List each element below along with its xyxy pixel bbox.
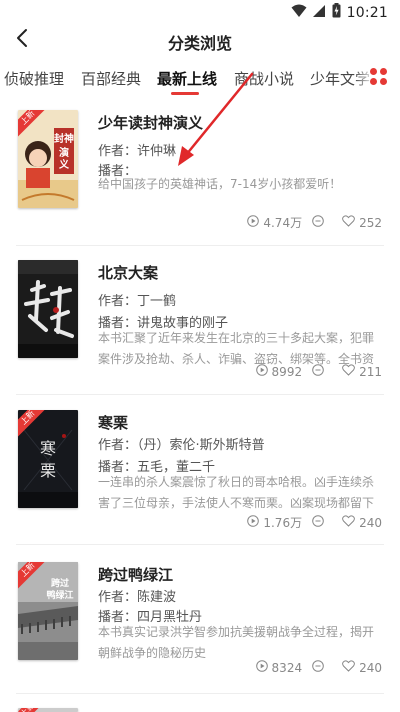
svg-text:跨过: 跨过 bbox=[51, 577, 69, 589]
comment-icon[interactable] bbox=[312, 515, 324, 530]
tab-business-novels[interactable]: 商战小说 bbox=[234, 68, 294, 89]
book-item[interactable]: 北京大案 作者：丁一鹤 播者：讲鬼故事的刚子 本书汇聚了近年来发生在北京的三十多… bbox=[0, 254, 400, 400]
book-cover[interactable]: 寒 栗 上新 bbox=[18, 410, 78, 508]
book-cover[interactable]: 封神 演 义 上新 bbox=[18, 110, 78, 208]
category-tabs: 侦破推理 百部经典 最新上线 商战小说 少年文学 bbox=[0, 58, 400, 98]
book-item[interactable]: 封神 演 义 上新 少年读封神演义 作者：许仲琳 播者： 给中国孩子的英雄神话，… bbox=[0, 104, 400, 250]
book-title[interactable]: 北京大案 bbox=[98, 262, 158, 283]
play-count-value: 4.74万 bbox=[263, 216, 303, 230]
play-count: 4.74万 bbox=[247, 214, 302, 231]
page-title: 分类浏览 bbox=[167, 34, 232, 53]
status-icons: 10:21 bbox=[291, 3, 388, 22]
heart-icon bbox=[342, 515, 355, 530]
book-cover[interactable] bbox=[18, 260, 78, 358]
book-title[interactable]: 少年读封神演义 bbox=[98, 112, 203, 133]
book-author: 作者：陈建波 bbox=[98, 586, 176, 605]
comment-icon[interactable] bbox=[312, 364, 324, 379]
author-label: 作者： bbox=[98, 590, 138, 605]
book-title[interactable]: 寒栗 bbox=[98, 412, 128, 433]
like-button[interactable]: 211 bbox=[342, 364, 382, 379]
book-cover[interactable]: 上新 bbox=[18, 708, 78, 712]
play-icon bbox=[255, 364, 268, 379]
play-count-value: 8324 bbox=[271, 660, 303, 675]
app-header: 分类浏览 bbox=[0, 24, 400, 56]
svg-text:栗: 栗 bbox=[40, 461, 56, 480]
signal-icon bbox=[312, 3, 326, 22]
book-description: 一连串的杀人案震惊了秋日的哥本哈根。凶手连续杀害了三位母亲，手法使人不寒而栗。凶… bbox=[98, 475, 375, 510]
author-name: 丁一鹤 bbox=[137, 294, 177, 309]
book-author: 作者：（丹）索伦·斯外斯特普 bbox=[98, 434, 265, 453]
book-stats: 1.76万 240 bbox=[247, 514, 382, 531]
book-item[interactable]: 寒 栗 上新 寒栗 作者：（丹）索伦·斯外斯特普 播者：五毛，董二千 一连串的杀… bbox=[0, 404, 400, 550]
book-title[interactable]: 跨过鸭绿江 bbox=[98, 564, 173, 585]
book-description: 给中国孩子的英雄神话，7-14岁小孩都爱听！ bbox=[98, 177, 342, 191]
tab-detective[interactable]: 侦破推理 bbox=[4, 68, 64, 89]
comment-icon[interactable] bbox=[312, 215, 324, 230]
like-button[interactable]: 240 bbox=[342, 515, 382, 530]
svg-text:演: 演 bbox=[59, 146, 69, 159]
book-author: 作者：许仲琳 bbox=[98, 140, 176, 159]
play-icon bbox=[255, 660, 268, 675]
author-name: 陈建波 bbox=[137, 590, 177, 605]
author-name: （丹）索伦·斯外斯特普 bbox=[137, 438, 265, 453]
active-tab-indicator bbox=[171, 92, 199, 95]
like-count: 240 bbox=[359, 515, 382, 530]
play-count: 8324 bbox=[255, 660, 303, 675]
status-bar: 10:21 bbox=[0, 0, 400, 24]
like-button[interactable]: 252 bbox=[342, 215, 382, 230]
book-item[interactable]: 跨过 鸭绿江 上新 跨过鸭绿江 作者：陈建波 播者：四月黑牡丹 本书真实记录洪学… bbox=[0, 556, 400, 702]
author-label: 作者： bbox=[98, 144, 138, 159]
like-count: 252 bbox=[359, 215, 382, 230]
battery-charging-icon bbox=[332, 3, 341, 22]
play-count-value: 1.76万 bbox=[263, 516, 303, 530]
like-button[interactable]: 240 bbox=[342, 660, 382, 675]
list-divider bbox=[16, 544, 384, 545]
book-stats: 8992 211 bbox=[255, 364, 382, 379]
author-label: 作者： bbox=[98, 294, 138, 309]
book-description: 本书真实记录洪学智参加抗美援朝战争全过程，揭开朝鲜战争的隐秘历史 bbox=[98, 625, 375, 660]
svg-text:封神: 封神 bbox=[54, 132, 74, 145]
wifi-icon bbox=[291, 3, 307, 22]
play-count-value: 8992 bbox=[271, 364, 303, 379]
book-stats: 8324 240 bbox=[255, 660, 382, 675]
list-divider bbox=[16, 394, 384, 395]
tab-classics[interactable]: 百部经典 bbox=[81, 68, 141, 89]
list-divider bbox=[16, 693, 384, 694]
status-time: 10:21 bbox=[346, 4, 388, 21]
list-divider bbox=[16, 245, 384, 246]
play-count: 8992 bbox=[255, 364, 303, 379]
author-name: 许仲琳 bbox=[137, 144, 177, 159]
book-stats: 4.74万 252 bbox=[247, 214, 382, 231]
book-cover[interactable]: 跨过 鸭绿江 上新 bbox=[18, 562, 78, 660]
svg-text:寒: 寒 bbox=[40, 439, 56, 458]
tab-new-releases[interactable]: 最新上线 bbox=[157, 68, 217, 89]
play-icon bbox=[247, 515, 260, 530]
heart-icon bbox=[342, 364, 355, 379]
like-count: 211 bbox=[359, 364, 382, 379]
play-icon bbox=[247, 215, 260, 230]
book-item[interactable]: 上新 bbox=[0, 702, 400, 712]
heart-icon bbox=[342, 215, 355, 230]
author-label: 作者： bbox=[98, 438, 138, 453]
book-author: 作者：丁一鹤 bbox=[98, 290, 176, 309]
svg-text:鸭绿江: 鸭绿江 bbox=[46, 589, 73, 601]
comment-icon[interactable] bbox=[312, 660, 324, 675]
all-categories-grid-icon[interactable] bbox=[370, 68, 388, 86]
heart-icon bbox=[342, 660, 355, 675]
svg-text:义: 义 bbox=[59, 158, 70, 171]
play-count: 1.76万 bbox=[247, 514, 302, 531]
like-count: 240 bbox=[359, 660, 382, 675]
